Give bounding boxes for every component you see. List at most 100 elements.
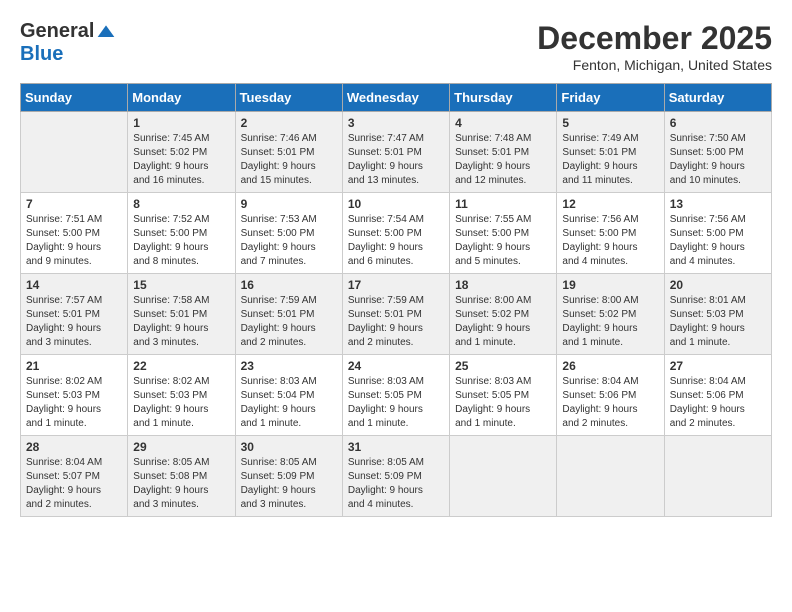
day-info: Sunrise: 8:02 AM Sunset: 5:03 PM Dayligh… — [26, 375, 122, 431]
day-number: 19 — [562, 278, 658, 292]
calendar-day-cell — [664, 436, 771, 517]
calendar-day-cell: 1Sunrise: 7:45 AM Sunset: 5:02 PM Daylig… — [128, 112, 235, 193]
day-number: 31 — [348, 440, 444, 454]
day-number: 27 — [670, 359, 766, 373]
title-block: December 2025 Fenton, Michigan, United S… — [537, 20, 772, 73]
day-number: 5 — [562, 116, 658, 130]
calendar-day-cell: 21Sunrise: 8:02 AM Sunset: 5:03 PM Dayli… — [21, 355, 128, 436]
calendar-day-header: Monday — [128, 84, 235, 112]
day-number: 28 — [26, 440, 122, 454]
day-number: 23 — [241, 359, 337, 373]
calendar-day-cell: 12 Sunrise: 7:56 AM Sunset: 5:00 PM Dayli… — [557, 193, 664, 274]
day-info: Sunrise: 7:53 AM Sunset: 5:00 PM Dayligh… — [241, 213, 337, 269]
day-info: Sunrise: 7:48 AM Sunset: 5:01 PM Dayligh… — [455, 132, 551, 188]
day-number: 29 — [133, 440, 229, 454]
day-number: 1 — [133, 116, 229, 130]
calendar-day-cell: 25Sunrise: 8:03 AM Sunset: 5:05 PM Dayli… — [450, 355, 557, 436]
day-number: 16 — [241, 278, 337, 292]
calendar-day-cell: 31 Sunrise: 8:05 AM Sunset: 5:09 PM Dayli… — [342, 436, 449, 517]
day-number: 24 — [348, 359, 444, 373]
day-info: Sunrise: 8:00 AM Sunset: 5:02 PM Dayligh… — [562, 294, 658, 350]
day-info: Sunrise: 7:56 AM Sunset: 5:00 PM Dayligh… — [670, 213, 766, 269]
day-number: 8 — [133, 197, 229, 211]
day-info: Sunrise: 8:04 AM Sunset: 5:06 PM Dayligh… — [670, 375, 766, 431]
calendar-day-header: Wednesday — [342, 84, 449, 112]
calendar-header-row: SundayMondayTuesdayWednesdayThursdayFrid… — [21, 84, 772, 112]
calendar-day-header: Friday — [557, 84, 664, 112]
day-info: Sunrise: 7:58 AM Sunset: 5:01 PM Dayligh… — [133, 294, 229, 350]
day-info: Sunrise: 8:03 AM Sunset: 5:04 PM Dayligh… — [241, 375, 337, 431]
calendar-day-cell: 29 Sunrise: 8:05 AM Sunset: 5:08 PM Dayli… — [128, 436, 235, 517]
calendar-day-cell: 18 Sunrise: 8:00 AM Sunset: 5:02 PM Dayli… — [450, 274, 557, 355]
calendar-day-cell — [557, 436, 664, 517]
day-info: Sunrise: 7:51 AM Sunset: 5:00 PM Dayligh… — [26, 213, 122, 269]
logo: General Blue — [20, 20, 116, 66]
day-info: Sunrise: 8:00 AM Sunset: 5:02 PM Dayligh… — [455, 294, 551, 350]
calendar-day-cell: 15 Sunrise: 7:58 AM Sunset: 5:01 PM Dayli… — [128, 274, 235, 355]
calendar-day-cell: 28 Sunrise: 8:04 AM Sunset: 5:07 PM Dayli… — [21, 436, 128, 517]
calendar-day-header: Tuesday — [235, 84, 342, 112]
calendar-table: SundayMondayTuesdayWednesdayThursdayFrid… — [20, 83, 772, 517]
day-info: Sunrise: 8:04 AM Sunset: 5:06 PM Dayligh… — [562, 375, 658, 431]
day-info: Sunrise: 7:59 AM Sunset: 5:01 PM Dayligh… — [241, 294, 337, 350]
day-number: 14 — [26, 278, 122, 292]
calendar-day-cell: 23 Sunrise: 8:03 AM Sunset: 5:04 PM Dayli… — [235, 355, 342, 436]
day-info: Sunrise: 7:49 AM Sunset: 5:01 PM Dayligh… — [562, 132, 658, 188]
day-info: Sunrise: 8:01 AM Sunset: 5:03 PM Dayligh… — [670, 294, 766, 350]
calendar-day-cell: 13 Sunrise: 7:56 AM Sunset: 5:00 PM Dayli… — [664, 193, 771, 274]
calendar-day-cell: 17 Sunrise: 7:59 AM Sunset: 5:01 PM Dayli… — [342, 274, 449, 355]
location-text: Fenton, Michigan, United States — [537, 57, 772, 73]
calendar-day-header: Sunday — [21, 84, 128, 112]
calendar-day-header: Thursday — [450, 84, 557, 112]
day-info: Sunrise: 8:05 AM Sunset: 5:09 PM Dayligh… — [348, 456, 444, 512]
calendar-day-header: Saturday — [664, 84, 771, 112]
day-number: 17 — [348, 278, 444, 292]
calendar-day-cell: 30Sunrise: 8:05 AM Sunset: 5:09 PM Dayli… — [235, 436, 342, 517]
calendar-day-cell: 16 Sunrise: 7:59 AM Sunset: 5:01 PM Dayli… — [235, 274, 342, 355]
day-info: Sunrise: 7:46 AM Sunset: 5:01 PM Dayligh… — [241, 132, 337, 188]
calendar-week-row: 1Sunrise: 7:45 AM Sunset: 5:02 PM Daylig… — [21, 112, 772, 193]
calendar-day-cell: 19 Sunrise: 8:00 AM Sunset: 5:02 PM Dayli… — [557, 274, 664, 355]
day-info: Sunrise: 8:03 AM Sunset: 5:05 PM Dayligh… — [348, 375, 444, 431]
day-info: Sunrise: 7:55 AM Sunset: 5:00 PM Dayligh… — [455, 213, 551, 269]
day-number: 9 — [241, 197, 337, 211]
calendar-day-cell — [450, 436, 557, 517]
day-info: Sunrise: 7:57 AM Sunset: 5:01 PM Dayligh… — [26, 294, 122, 350]
day-number: 3 — [348, 116, 444, 130]
calendar-day-cell: 8Sunrise: 7:52 AM Sunset: 5:00 PM Daylig… — [128, 193, 235, 274]
calendar-day-cell: 9 Sunrise: 7:53 AM Sunset: 5:00 PM Daylig… — [235, 193, 342, 274]
calendar-day-cell: 20 Sunrise: 8:01 AM Sunset: 5:03 PM Dayli… — [664, 274, 771, 355]
calendar-day-cell: 10Sunrise: 7:54 AM Sunset: 5:00 PM Dayli… — [342, 193, 449, 274]
day-number: 20 — [670, 278, 766, 292]
day-number: 25 — [455, 359, 551, 373]
day-info: Sunrise: 7:56 AM Sunset: 5:00 PM Dayligh… — [562, 213, 658, 269]
month-title: December 2025 — [537, 20, 772, 57]
logo-icon — [96, 22, 116, 42]
day-info: Sunrise: 8:04 AM Sunset: 5:07 PM Dayligh… — [26, 456, 122, 512]
calendar-day-cell: 22Sunrise: 8:02 AM Sunset: 5:03 PM Dayli… — [128, 355, 235, 436]
logo-general-text: General — [20, 20, 94, 43]
calendar-day-cell: 26 Sunrise: 8:04 AM Sunset: 5:06 PM Dayli… — [557, 355, 664, 436]
day-number: 7 — [26, 197, 122, 211]
day-number: 6 — [670, 116, 766, 130]
day-number: 12 — [562, 197, 658, 211]
calendar-day-cell: 6 Sunrise: 7:50 AM Sunset: 5:00 PM Daylig… — [664, 112, 771, 193]
day-info: Sunrise: 7:54 AM Sunset: 5:00 PM Dayligh… — [348, 213, 444, 269]
day-number: 18 — [455, 278, 551, 292]
day-number: 11 — [455, 197, 551, 211]
day-info: Sunrise: 8:05 AM Sunset: 5:08 PM Dayligh… — [133, 456, 229, 512]
calendar-body: 1Sunrise: 7:45 AM Sunset: 5:02 PM Daylig… — [21, 112, 772, 517]
day-info: Sunrise: 7:50 AM Sunset: 5:00 PM Dayligh… — [670, 132, 766, 188]
day-info: Sunrise: 7:59 AM Sunset: 5:01 PM Dayligh… — [348, 294, 444, 350]
day-number: 30 — [241, 440, 337, 454]
calendar-week-row: 21Sunrise: 8:02 AM Sunset: 5:03 PM Dayli… — [21, 355, 772, 436]
calendar-day-cell — [21, 112, 128, 193]
calendar-week-row: 28 Sunrise: 8:04 AM Sunset: 5:07 PM Dayli… — [21, 436, 772, 517]
calendar-week-row: 7 Sunrise: 7:51 AM Sunset: 5:00 PM Daylig… — [21, 193, 772, 274]
day-info: Sunrise: 7:47 AM Sunset: 5:01 PM Dayligh… — [348, 132, 444, 188]
day-number: 26 — [562, 359, 658, 373]
day-number: 15 — [133, 278, 229, 292]
day-number: 13 — [670, 197, 766, 211]
day-number: 2 — [241, 116, 337, 130]
calendar-day-cell: 7 Sunrise: 7:51 AM Sunset: 5:00 PM Daylig… — [21, 193, 128, 274]
